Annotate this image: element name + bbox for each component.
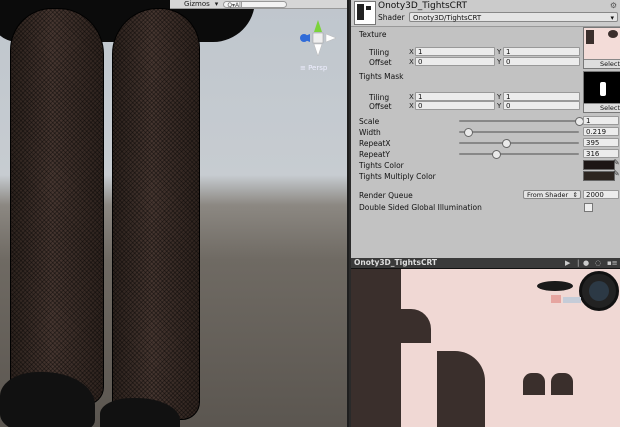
preview-title: Onoty3D_TightsCRT [354, 258, 438, 267]
scene-view[interactable]: Gizmos ▾ Q▾All ≡ Persp [0, 0, 347, 427]
shader-label: Shader [378, 13, 405, 22]
texture-offset-x-field[interactable]: 0 [415, 57, 495, 66]
light-icon[interactable]: ◌ [595, 259, 601, 267]
width-label: Width [359, 128, 381, 137]
texture-tiling-y-label: Y [497, 48, 502, 56]
scene-toolbar: Gizmos ▾ Q▾All [170, 0, 347, 9]
render-queue-field[interactable]: 2000 [583, 190, 619, 199]
texture-slot[interactable]: Select [583, 27, 620, 69]
material-inspector: Onoty3D_TightsCRT Shader Onoty3D/TightsC… [349, 0, 620, 258]
repeaty-slider[interactable] [459, 153, 579, 155]
double-sided-gi-label: Double Sided Global Illumination [359, 203, 482, 212]
shader-dropdown[interactable]: Onoty3D/TightsCRT ▾ [409, 12, 618, 22]
material-thumbnail [354, 1, 376, 25]
mask-tiling-label: Tiling [369, 93, 390, 102]
orientation-gizmo-icon[interactable] [296, 18, 340, 58]
mask-tiling-y-field[interactable]: 1 [503, 92, 580, 101]
render-queue-label: Render Queue [359, 191, 413, 200]
width-slider[interactable] [459, 131, 579, 133]
chevron-down-icon: ▾ [610, 14, 614, 22]
left-leg [10, 8, 104, 405]
mask-offset-y-label: Y [497, 102, 502, 110]
mask-offset-x-field[interactable]: 0 [415, 101, 495, 110]
width-field[interactable]: 0.219 [583, 127, 619, 136]
scale-label: Scale [359, 117, 380, 126]
texture-offset-y-label: Y [497, 58, 502, 66]
scale-slider[interactable] [459, 120, 579, 122]
mask-select-button[interactable]: Select [584, 103, 620, 112]
preview-toolbar: Onoty3D_TightsCRT ▶ | ● ◌ ▪≡ [351, 258, 620, 269]
texture-offset-x-label: X [409, 58, 414, 66]
texture-preview-image [351, 269, 620, 427]
inspector-header: Onoty3D_TightsCRT Shader Onoty3D/TightsC… [351, 0, 620, 27]
mask-texture-slot[interactable]: Select [583, 71, 620, 113]
chevron-updown-icon: ⇕ [572, 191, 578, 199]
repeaty-label: RepeatY [359, 150, 390, 159]
mask-offset-label: Offset [369, 102, 392, 111]
tights-multiply-color-swatch[interactable] [583, 171, 615, 181]
projection-label[interactable]: ≡ Persp [300, 64, 327, 72]
tights-color-swatch[interactable] [583, 160, 615, 170]
mask-section-label: Tights Mask [359, 72, 404, 81]
sphere-icon[interactable]: ● [583, 259, 589, 267]
texture-preview-panel: Onoty3D_TightsCRT ▶ | ● ◌ ▪≡ [349, 258, 620, 427]
texture-select-button[interactable]: Select [584, 59, 620, 68]
gear-icon[interactable]: ⚙ [610, 1, 617, 10]
play-icon[interactable]: ▶ [565, 259, 570, 267]
material-name: Onoty3D_TightsCRT [378, 1, 468, 11]
mask-tiling-x-field[interactable]: 1 [415, 92, 495, 101]
mask-tiling-y-label: Y [497, 93, 502, 101]
texture-offset-y-field[interactable]: 0 [503, 57, 580, 66]
mask-offset-y-field[interactable]: 0 [503, 101, 580, 110]
texture-section-label: Texture [359, 30, 387, 39]
width-slider-knob[interactable] [463, 128, 473, 137]
texture-tiling-y-field[interactable]: 1 [503, 47, 580, 56]
separator-icon: | [577, 259, 580, 267]
render-queue-dropdown[interactable]: From Shader ⇕ [523, 190, 581, 199]
scene-search-input[interactable]: Q▾All [223, 0, 288, 9]
tights-color-label: Tights Color [359, 161, 404, 170]
tights-multiply-color-label: Tights Multiply Color [359, 172, 436, 181]
options-icon[interactable]: ▪≡ [607, 259, 618, 267]
mask-offset-x-label: X [409, 102, 414, 110]
repeaty-field[interactable]: 316 [583, 149, 619, 158]
repeatx-label: RepeatX [359, 139, 391, 148]
repeatx-field[interactable]: 395 [583, 138, 619, 147]
double-sided-gi-checkbox[interactable] [584, 203, 593, 212]
render-queue-mode: From Shader [527, 191, 569, 199]
eyedropper-icon[interactable]: ✎ [613, 158, 620, 167]
repeatx-slider-knob[interactable] [501, 139, 511, 148]
scale-field[interactable]: 1 [583, 116, 619, 125]
repeaty-slider-knob[interactable] [492, 150, 502, 159]
texture-tiling-x-label: X [409, 48, 414, 56]
eyedropper-icon[interactable]: ✎ [613, 169, 620, 178]
texture-offset-label: Offset [369, 58, 392, 67]
texture-tiling-label: Tiling [369, 48, 390, 57]
right-leg [112, 8, 200, 420]
texture-tiling-x-field[interactable]: 1 [415, 47, 495, 56]
mask-tiling-x-label: X [409, 93, 414, 101]
gizmos-dropdown-icon[interactable]: ▾ [215, 0, 219, 8]
repeatx-slider[interactable] [459, 142, 579, 144]
gizmos-menu[interactable]: Gizmos [184, 0, 210, 8]
shader-value: Onoty3D/TightsCRT [413, 14, 482, 22]
